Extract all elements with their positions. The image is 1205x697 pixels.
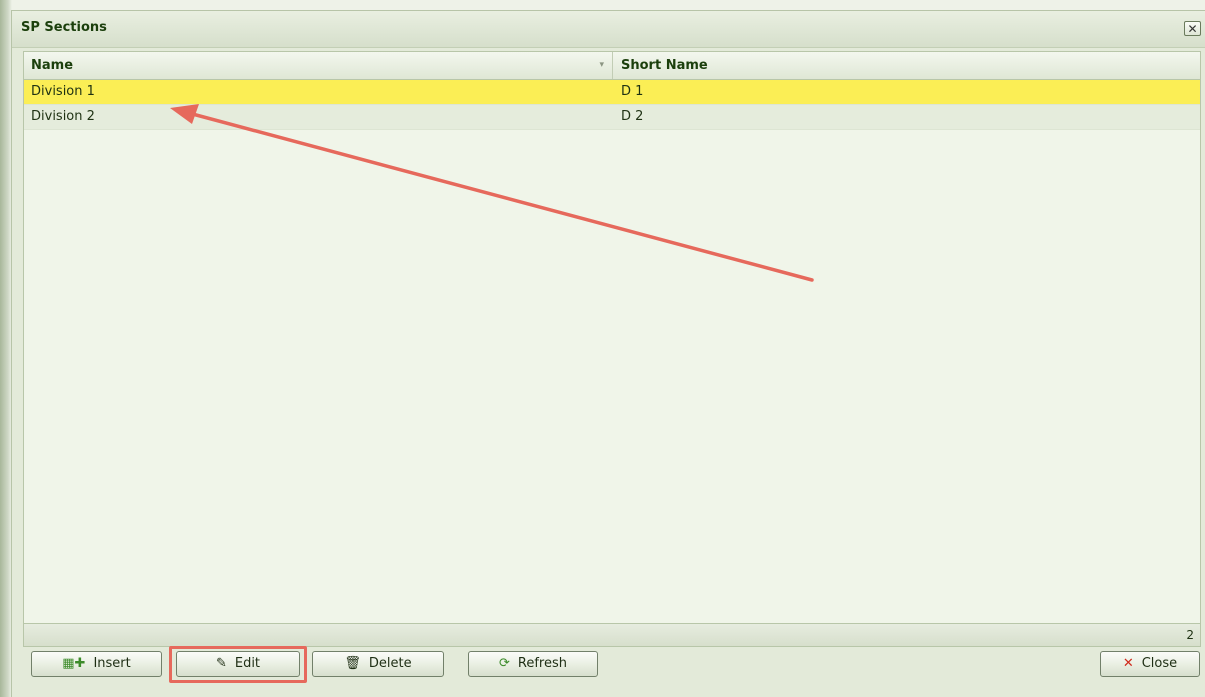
refresh-button[interactable]: ⟳ Refresh — [468, 651, 598, 677]
table-row-selected[interactable]: Division 1 D 1 — [24, 80, 1200, 105]
insert-button-label: Insert — [93, 656, 131, 671]
close-button-label: Close — [1141, 656, 1178, 671]
delete-button[interactable]: 🗑 Delete — [312, 651, 444, 677]
grid-header: Name ▾ Short Name — [24, 52, 1200, 80]
close-icon: ✕ — [1122, 656, 1134, 671]
trash-icon: 🗑 — [344, 656, 361, 671]
insert-icon: ▦✚ — [62, 656, 86, 671]
table-row[interactable]: Division 2 D 2 — [24, 105, 1200, 130]
insert-button[interactable]: ▦✚ Insert — [31, 651, 162, 677]
sections-grid: Name ▾ Short Name Division 1 D 1 Divisio… — [23, 51, 1201, 647]
close-button[interactable]: ✕ Close — [1100, 651, 1200, 677]
dialog-title: SP Sections — [21, 20, 107, 35]
grid-footer: 2 — [23, 623, 1201, 647]
column-header-short-name-label: Short Name — [621, 58, 708, 73]
cell-short-name: D 1 — [621, 84, 644, 99]
sort-dropdown-icon[interactable]: ▾ — [599, 52, 604, 79]
cell-short-name: D 2 — [621, 109, 644, 124]
column-header-name-label: Name — [31, 58, 74, 73]
cell-name: Division 2 — [31, 109, 95, 124]
cell-name: Division 1 — [31, 84, 95, 99]
column-header-short-name[interactable]: Short Name — [613, 52, 1200, 79]
refresh-button-label: Refresh — [517, 656, 567, 671]
record-count: 2 — [1186, 628, 1194, 642]
column-header-name[interactable]: Name ▾ — [24, 52, 613, 79]
delete-button-label: Delete — [368, 656, 412, 671]
edit-highlight-box — [169, 646, 307, 683]
sp-sections-dialog: SP Sections ✕ Name ▾ Short Name Division… — [11, 10, 1205, 697]
refresh-icon: ⟳ — [499, 656, 510, 671]
dialog-titlebar: SP Sections ✕ — [12, 11, 1205, 48]
dialog-close-icon[interactable]: ✕ — [1184, 21, 1201, 36]
